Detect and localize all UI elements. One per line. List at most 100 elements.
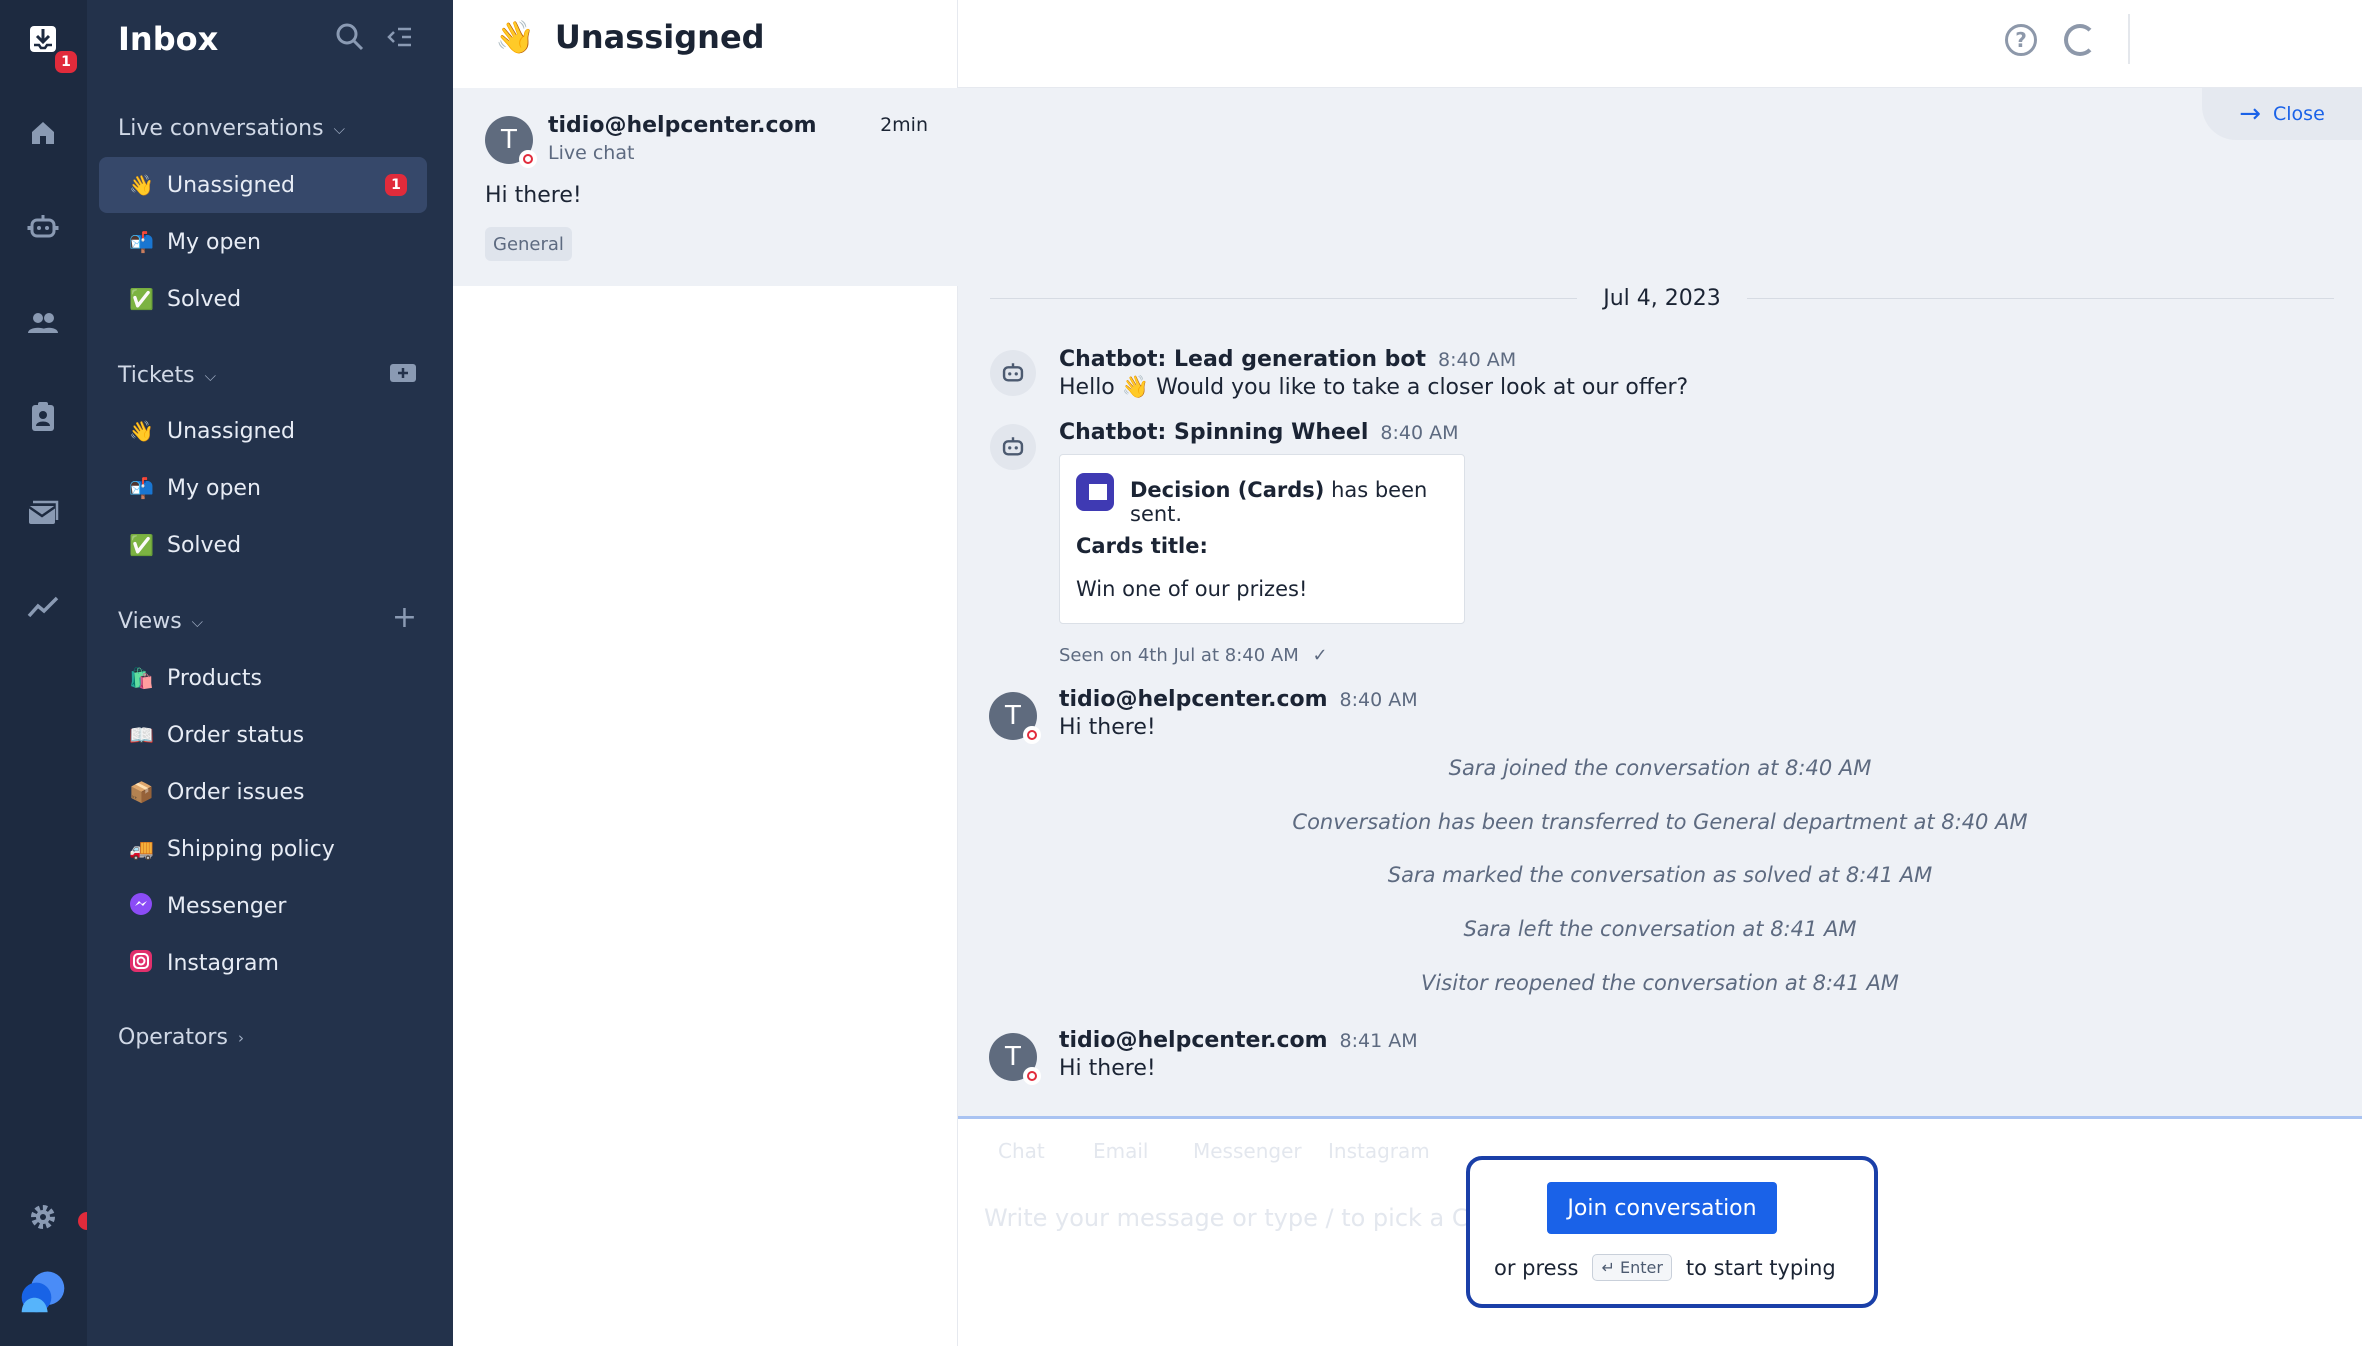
message-time: 8:40 AM: [1339, 689, 1418, 711]
chevron-right-icon: ›: [237, 1028, 244, 1047]
nav-item-label: Unassigned: [167, 418, 295, 444]
bot-avatar: [990, 350, 1036, 396]
nav-tickets-my-open[interactable]: 📬 My open: [99, 460, 427, 516]
conversation-time: 2min: [880, 114, 928, 136]
conversation-list: 👋 Unassigned T tidio@helpcenter.com Live…: [453, 0, 958, 1346]
message-time: 8:40 AM: [1380, 422, 1459, 444]
card-title-label: Cards title:: [1076, 534, 1208, 558]
nav-item-label: Unassigned: [167, 172, 295, 198]
nav-view-shipping-policy[interactable]: 🚚 Shipping policy: [99, 821, 427, 877]
views-title: Views: [118, 609, 182, 634]
wave-icon: 👋: [129, 419, 154, 443]
system-event: Conversation has been transferred to Gen…: [1292, 810, 2028, 834]
wave-icon: 👋: [129, 173, 154, 197]
nav-view-order-issues[interactable]: 📦 Order issues: [99, 764, 427, 820]
join-hint: or press ↵ Enter to start typing: [1494, 1254, 1836, 1281]
new-ticket-icon[interactable]: [389, 358, 417, 393]
message-sender: tidio@helpcenter.com 8:41 AM: [1059, 1028, 1418, 1053]
nav-view-products[interactable]: 🛍️ Products: [99, 650, 427, 706]
avatar: T: [989, 692, 1041, 744]
tab-messenger: Messenger: [1193, 1139, 1302, 1163]
sender-name: Chatbot: Lead generation bot: [1059, 347, 1427, 372]
conversation-item[interactable]: T tidio@helpcenter.com Live chat 2min Hi…: [453, 88, 958, 286]
join-conversation-button[interactable]: Join conversation: [1547, 1182, 1777, 1234]
mailbox-icon: 📬: [129, 476, 154, 500]
system-event: Sara left the conversation at 8:41 AM: [1463, 917, 1857, 941]
unassigned-badge: 1: [385, 174, 407, 196]
bot-avatar: [990, 424, 1036, 470]
settings-icon[interactable]: [18, 1192, 68, 1242]
views-toggle[interactable]: Views ⌵: [118, 609, 203, 634]
card-heading-bold: Decision (Cards): [1130, 478, 1325, 502]
inbox-nav: Inbox Live conversations ⌵ 👋 Unassigned …: [87, 0, 453, 1346]
tab-chat: Chat: [998, 1139, 1045, 1163]
app-logo[interactable]: [18, 1266, 68, 1316]
avatar-initial: T: [1005, 1042, 1021, 1072]
message-sender: Chatbot: Lead generation bot 8:40 AM: [1059, 347, 1516, 372]
tickets-toggle[interactable]: Tickets ⌵: [118, 363, 216, 388]
message-time: 8:41 AM: [1339, 1030, 1418, 1052]
bot-icon[interactable]: [18, 202, 68, 252]
chat-topbar: ?: [958, 0, 2362, 88]
sender-name: Chatbot: Spinning Wheel: [1059, 420, 1369, 445]
chevron-down-icon: ⌵: [333, 119, 345, 138]
nav-view-instagram[interactable]: Instagram: [99, 935, 427, 991]
nav-tickets-unassigned[interactable]: 👋 Unassigned: [99, 403, 427, 459]
help-icon[interactable]: ?: [2005, 24, 2037, 56]
collapse-icon[interactable]: [384, 22, 414, 59]
nav-live-my-open[interactable]: 📬 My open: [99, 214, 427, 270]
check-icon: ✅: [129, 533, 154, 557]
seen-text: Seen on 4th Jul at 8:40 AM: [1059, 645, 1299, 666]
date-separator: Jul 4, 2023: [990, 286, 2335, 311]
wave-icon: 👋: [495, 18, 535, 56]
live-conversations-toggle[interactable]: Live conversations ⌵: [118, 116, 345, 141]
nav-live-solved[interactable]: ✅ Solved: [99, 271, 427, 327]
inbox-badge: 1: [55, 51, 77, 73]
list-title: 👋 Unassigned: [495, 18, 765, 56]
shopping-bags-icon: 🛍️: [129, 666, 154, 690]
hint-after: to start typing: [1685, 1255, 1836, 1280]
nav-item-label: My open: [167, 475, 261, 501]
offline-status-icon: [1023, 726, 1041, 744]
cards-icon: [1076, 473, 1114, 511]
nav-title: Inbox: [118, 20, 219, 58]
tab-email: Email: [1093, 1139, 1149, 1163]
app-rail: 1: [0, 0, 96, 1346]
add-view-icon[interactable]: +: [392, 600, 417, 635]
seen-status: Seen on 4th Jul at 8:40 AM ✓: [1059, 645, 1328, 666]
operators-title: Operators: [118, 1025, 228, 1050]
nav-view-order-status[interactable]: 📖 Order status: [99, 707, 427, 763]
nav-item-label: Shipping policy: [167, 836, 335, 862]
nav-live-unassigned[interactable]: 👋 Unassigned 1: [99, 157, 427, 213]
system-event: Visitor reopened the conversation at 8:4…: [1421, 971, 1899, 995]
close-button[interactable]: → Close: [2202, 88, 2362, 140]
message-sender: Chatbot: Spinning Wheel 8:40 AM: [1059, 420, 1459, 445]
system-event: Sara joined the conversation at 8:40 AM: [1448, 756, 1872, 780]
operators-toggle[interactable]: Operators ›: [118, 1025, 244, 1050]
card-title-value: Win one of our prizes!: [1076, 577, 1308, 601]
mail-icon[interactable]: [18, 488, 68, 538]
analytics-icon[interactable]: [18, 582, 68, 632]
nav-view-messenger[interactable]: Messenger: [99, 878, 427, 934]
topbar-divider: [2128, 14, 2130, 64]
mailbox-icon: 📬: [129, 230, 154, 254]
search-icon[interactable]: [335, 22, 365, 59]
visitors-icon[interactable]: [18, 298, 68, 348]
hint-before: or press: [1494, 1255, 1579, 1280]
join-conversation-box: Join conversation or press ↵ Enter to st…: [1466, 1156, 1878, 1308]
nav-item-label: My open: [167, 229, 261, 255]
tab-instagram: Instagram: [1328, 1139, 1430, 1163]
nav-item-label: Solved: [167, 286, 242, 312]
sender-name: tidio@helpcenter.com: [1059, 1028, 1328, 1053]
nav-item-label: Order status: [167, 722, 305, 748]
home-icon[interactable]: [18, 108, 68, 158]
decision-card: Decision (Cards) has been sent. Cards ti…: [1059, 454, 1465, 624]
chevron-down-icon: ⌵: [191, 612, 204, 631]
nav-item-label: Solved: [167, 532, 242, 558]
instagram-icon: [129, 949, 153, 978]
nav-tickets-solved[interactable]: ✅ Solved: [99, 517, 427, 573]
check-icon: ✓: [1312, 645, 1328, 666]
contacts-icon[interactable]: [18, 392, 68, 442]
date-label: Jul 4, 2023: [1603, 286, 1721, 311]
conversation-channel: Live chat: [548, 142, 635, 164]
